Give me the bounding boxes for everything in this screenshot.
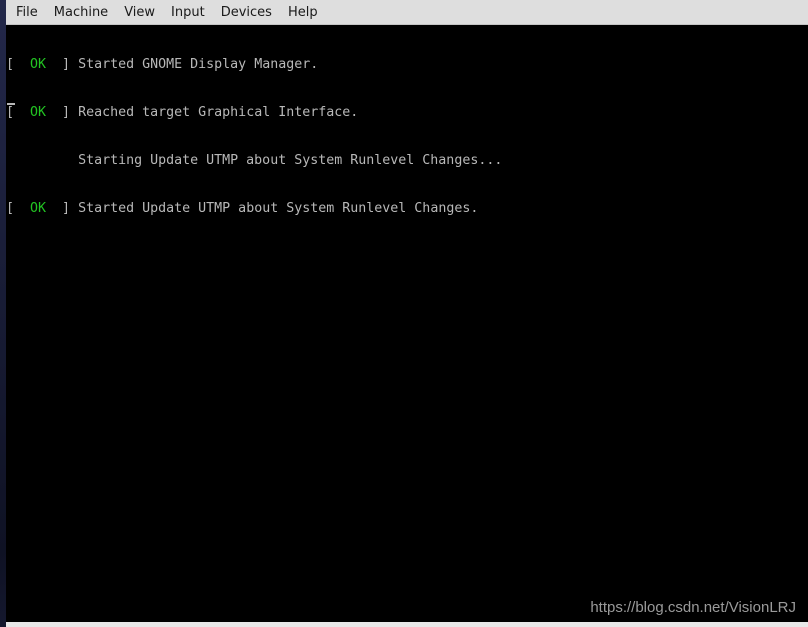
menu-view[interactable]: View <box>116 5 163 20</box>
menu-devices[interactable]: Devices <box>213 5 280 20</box>
watermark: https://blog.csdn.net/VisionLRJ <box>590 599 796 616</box>
console-line: [ OK ] Reached target Graphical Interfac… <box>6 105 359 120</box>
text-cursor <box>7 103 15 105</box>
console-text: Started GNOME Display Manager. <box>78 57 319 72</box>
console-line: Starting Update UTMP about System Runlev… <box>6 153 502 169</box>
menu-file[interactable]: File <box>6 5 46 20</box>
menu-input[interactable]: Input <box>163 5 213 20</box>
console-text: Started Update UTMP about System Runleve… <box>78 201 479 216</box>
ok-status: OK <box>30 105 47 120</box>
console-line: [ OK ] Started GNOME Display Manager. <box>6 57 319 72</box>
console-output: [ OK ] Started GNOME Display Manager. [ … <box>6 25 502 249</box>
menu-bar: File Machine View Input Devices Help <box>6 0 808 25</box>
console-text: Reached target Graphical Interface. <box>78 105 359 120</box>
console-text: Starting Update UTMP about System Runlev… <box>78 153 503 168</box>
menu-help[interactable]: Help <box>280 5 326 20</box>
status-strip <box>6 622 808 627</box>
ok-status: OK <box>30 57 47 72</box>
ok-status: OK <box>30 201 47 216</box>
menu-machine[interactable]: Machine <box>46 5 116 20</box>
console-line: [ OK ] Started Update UTMP about System … <box>6 201 479 216</box>
vm-console-screen[interactable]: [ OK ] Started GNOME Display Manager. [ … <box>6 25 808 622</box>
